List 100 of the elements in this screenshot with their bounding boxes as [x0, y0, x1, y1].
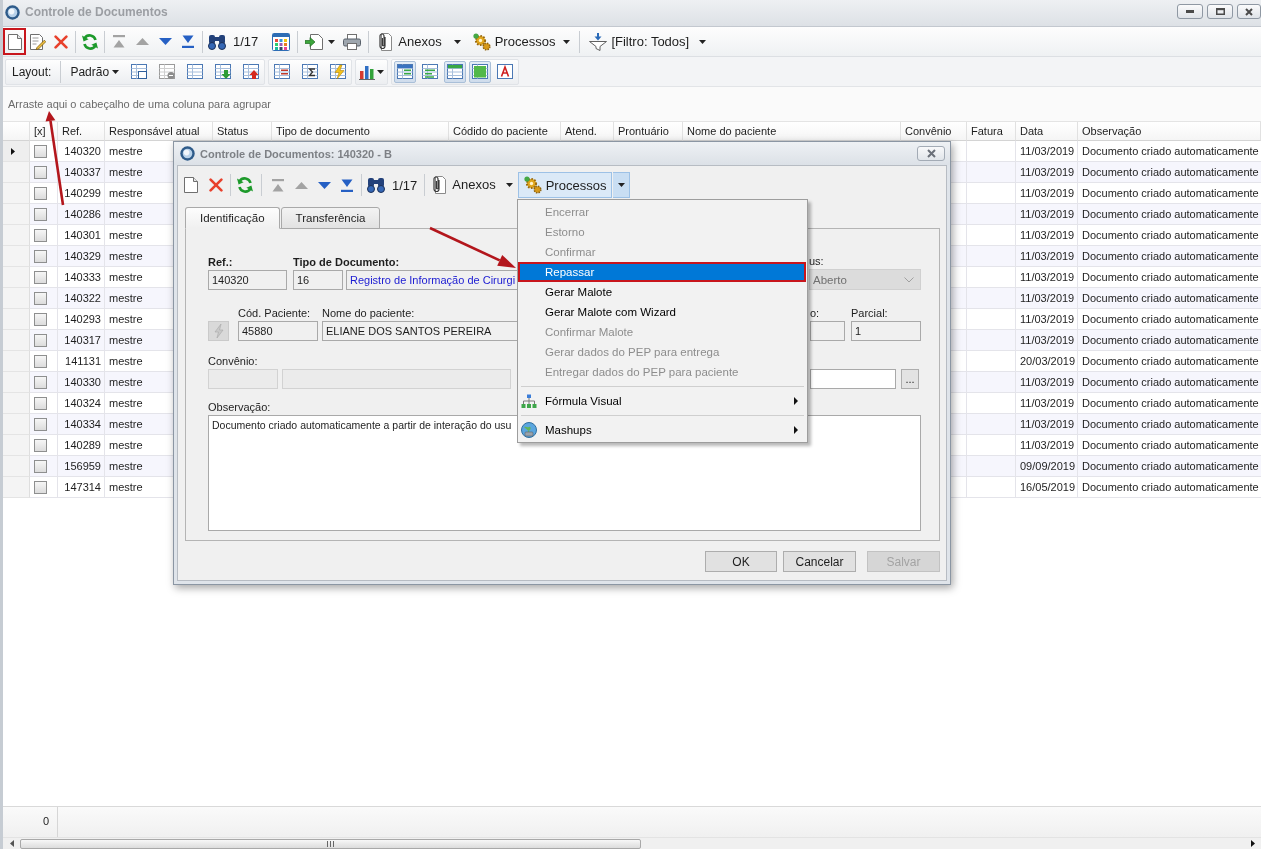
column-header[interactable]: Data	[1016, 122, 1078, 141]
column-header[interactable]: Fatura	[967, 122, 1016, 141]
column-header[interactable]: Códido do paciente	[449, 122, 561, 141]
record-counter: 1/17	[391, 177, 419, 193]
column-header[interactable]: Status	[213, 122, 272, 141]
text-field[interactable]	[810, 369, 896, 389]
table-sum-icon	[302, 64, 319, 79]
checkbox[interactable]	[34, 144, 47, 158]
column-header[interactable]: [x]	[30, 122, 58, 141]
table-filled-icon	[472, 64, 489, 79]
binoculars-icon	[208, 33, 226, 50]
table-rows-icon	[274, 64, 291, 79]
table-up-arrow-icon	[243, 64, 260, 79]
scrollbar-thumb[interactable]	[20, 838, 641, 849]
triangle-right-icon	[794, 426, 798, 434]
column-header[interactable]: Convênio	[901, 122, 967, 141]
attachments-button[interactable]: Anexos	[428, 173, 517, 197]
text-field[interactable]: 16	[293, 270, 343, 290]
checkbox[interactable]	[34, 165, 47, 179]
column-header[interactable]: Observação	[1078, 122, 1261, 141]
menu-item[interactable]: Mashups	[518, 420, 806, 440]
layout-label: Layout:	[11, 64, 53, 79]
arrow-to-bottom-icon	[340, 178, 354, 192]
checkbox[interactable]	[34, 375, 47, 389]
checkbox[interactable]	[34, 396, 47, 410]
caret-icon	[453, 39, 461, 44]
processes-button[interactable]: Processos	[517, 172, 613, 198]
menu-item[interactable]: Gerar Malote	[518, 282, 806, 302]
text-field[interactable]: 45880	[238, 321, 318, 341]
new-button[interactable]	[3, 28, 26, 55]
menu-item[interactable]: Repassar	[518, 262, 806, 282]
delete-icon	[54, 34, 68, 49]
close-icon	[1245, 7, 1253, 16]
table-minus-icon	[159, 64, 176, 79]
column-header[interactable]: Prontuário	[614, 122, 683, 141]
menu-item[interactable]: Gerar Malote com Wizard	[518, 302, 806, 322]
binoculars-icon	[367, 177, 385, 193]
minimize-button[interactable]	[1177, 4, 1203, 19]
checkbox[interactable]	[34, 312, 47, 326]
printer-icon	[343, 33, 362, 50]
view-toggle-button[interactable]	[469, 60, 492, 83]
lightning-icon	[213, 324, 224, 338]
checkbox[interactable]	[34, 459, 47, 473]
processes-button[interactable]: Processos	[468, 29, 575, 54]
close-button[interactable]	[1237, 4, 1261, 19]
view-toggle-button[interactable]	[394, 60, 417, 83]
column-header[interactable]: Responsável atual	[105, 122, 213, 141]
triangle-down-icon	[317, 181, 331, 189]
checkbox[interactable]	[34, 480, 47, 494]
close-button[interactable]	[917, 146, 945, 161]
checkbox[interactable]	[34, 207, 47, 221]
group-by-hint: Arraste aqui o cabeçalho de uma coluna para agrupar	[8, 98, 271, 110]
filter-icon	[589, 32, 608, 51]
layout-dropdown[interactable]: Padrão	[67, 60, 123, 83]
column-header[interactable]: Ref.	[58, 122, 105, 141]
checkbox[interactable]	[34, 228, 47, 242]
column-header[interactable]: Tipo de documento	[272, 122, 449, 141]
row-selector[interactable]	[3, 141, 30, 162]
attachments-button[interactable]: Anexos	[374, 29, 465, 54]
logo-icon	[5, 5, 20, 20]
caret-icon	[563, 39, 571, 44]
checkbox[interactable]	[34, 291, 47, 305]
tab[interactable]: Transferência	[280, 207, 381, 229]
caret-icon	[699, 39, 707, 44]
dropdown-arrow-button[interactable]	[613, 172, 631, 198]
checkbox[interactable]	[34, 417, 47, 431]
checkbox[interactable]	[34, 438, 47, 452]
checkbox[interactable]	[34, 186, 47, 200]
text-field[interactable]	[810, 321, 845, 341]
letter-a-icon	[497, 64, 514, 79]
checkbox[interactable]	[34, 249, 47, 263]
tab[interactable]: Identificação	[185, 207, 280, 229]
page-arrow-icon	[305, 33, 324, 50]
table-header-lines-icon	[397, 64, 414, 79]
view-toggle-button[interactable]	[444, 60, 467, 83]
browse-button[interactable]: ...	[901, 369, 919, 389]
window-title: Controle de Documentos	[25, 5, 168, 20]
field-label: Cód. Paciente:	[238, 306, 311, 321]
checkbox[interactable]	[34, 354, 47, 368]
text-field[interactable]: 1	[851, 321, 921, 341]
triangle-right-icon	[794, 397, 798, 405]
column-header[interactable]: Nome do paciente	[683, 122, 901, 141]
delete-icon	[209, 178, 223, 192]
field-label: o:	[810, 306, 820, 321]
maximize-button[interactable]	[1207, 4, 1233, 19]
close-icon	[926, 149, 936, 158]
bar-chart-icon	[359, 63, 376, 80]
filter-button[interactable]: [Filtro: Todos]	[585, 29, 711, 54]
checkbox[interactable]	[34, 333, 47, 347]
paperclip-icon	[432, 176, 447, 194]
maximize-icon	[1215, 8, 1225, 15]
table-lightning-icon	[330, 64, 347, 79]
checkbox[interactable]	[34, 270, 47, 284]
text-field[interactable]: 140320	[208, 270, 287, 290]
dialog-button[interactable]: OK	[705, 551, 777, 572]
record-counter: 1/17	[232, 34, 260, 49]
dialog-button[interactable]: Cancelar	[783, 551, 856, 572]
menu-item[interactable]: Fórmula Visual	[518, 391, 806, 411]
refresh-icon	[82, 33, 98, 50]
column-header[interactable]: Atend.	[561, 122, 614, 141]
